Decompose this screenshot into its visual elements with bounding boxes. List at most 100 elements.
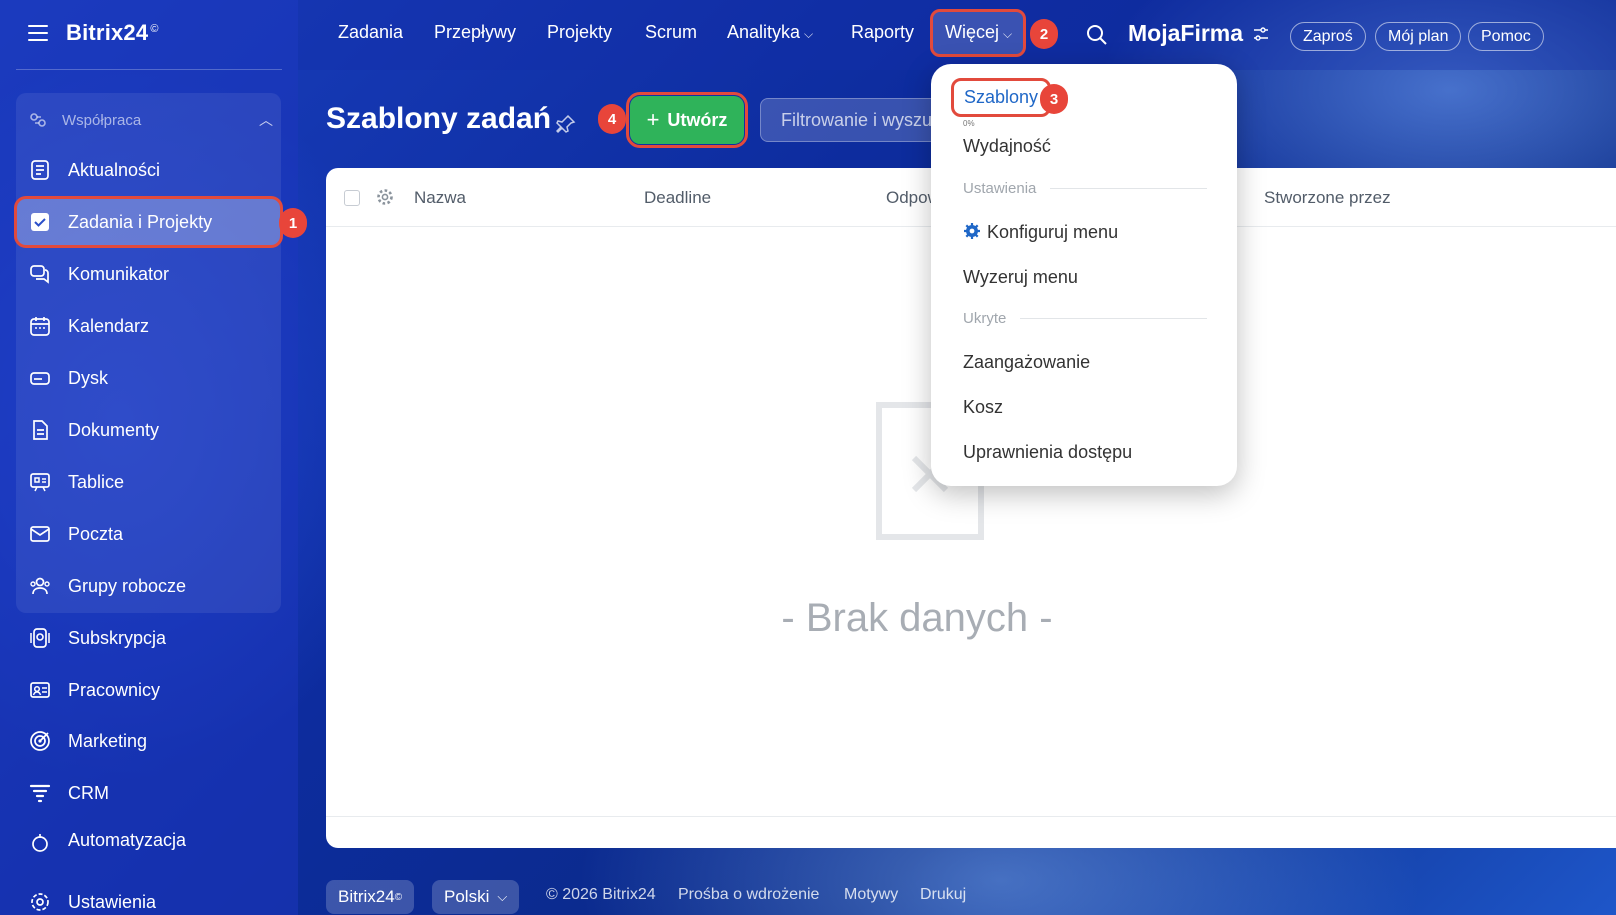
invite-button[interactable]: Zaproś: [1290, 22, 1366, 51]
step-badge: 4: [598, 104, 626, 134]
sidebar-item-marketing[interactable]: Marketing: [16, 717, 281, 765]
sidebar-item-label: Tablice: [68, 471, 125, 492]
tab-more[interactable]: Więcej ⌵: [945, 22, 1012, 43]
sidebar-item-automation[interactable]: Automatyzacja: [16, 830, 281, 852]
sidebar-item-crm[interactable]: CRM: [16, 769, 281, 817]
sidebar-item-settings[interactable]: Ustawienia: [16, 878, 281, 915]
logo-divider: [16, 69, 282, 70]
menu-item-permissions[interactable]: Uprawnienia dostępu: [963, 442, 1132, 463]
sidebar-item-news[interactable]: Aktualności: [16, 146, 281, 194]
group-header[interactable]: Współpraca ︿: [28, 108, 273, 132]
section-label: Ustawienia: [963, 180, 1037, 197]
create-button[interactable]: + Utwórz: [626, 92, 748, 148]
menu-item-configure[interactable]: Konfiguruj menu: [963, 222, 1118, 243]
sidebar-item-boards[interactable]: Tablice: [16, 458, 281, 506]
chevron-up-icon[interactable]: ︿: [259, 110, 273, 130]
sidebar-item-subscription[interactable]: Subskrypcja: [16, 614, 281, 662]
section-divider: [1020, 318, 1207, 319]
chevron-down-icon: ⌵: [804, 27, 814, 41]
create-label: Utwórz: [667, 109, 728, 130]
sidebar-item-label: Ustawienia: [68, 891, 157, 912]
search-icon[interactable]: [1086, 24, 1108, 46]
language-label: Polski: [444, 887, 490, 906]
column-header-name[interactable]: Nazwa: [414, 188, 466, 208]
sidebar-item-documents[interactable]: Dokumenty: [16, 406, 281, 454]
sidebar-item-label: Subskrypcja: [68, 627, 167, 648]
sidebar-item-messenger[interactable]: Komunikator: [16, 250, 281, 298]
menu-burger-icon[interactable]: [28, 25, 48, 41]
implementation-request-link[interactable]: Prośba o wdrożenie: [678, 886, 819, 904]
sidebar-item-label: Komunikator: [68, 263, 170, 284]
menu-item-efficiency[interactable]: Wydajność: [963, 136, 1051, 157]
footer-brand-label: Bitrix24: [338, 887, 395, 906]
language-select[interactable]: Polski ⌵: [432, 880, 520, 914]
employees-icon: [28, 678, 52, 702]
sidebar-item-employees[interactable]: Pracownicy: [16, 666, 281, 714]
column-header-deadline[interactable]: Deadline: [644, 188, 711, 208]
menu-item-label: Konfiguruj menu: [987, 222, 1119, 242]
tab-flows[interactable]: Przepływy: [434, 22, 516, 43]
print-link[interactable]: Drukuj: [920, 886, 966, 904]
footer-brand[interactable]: Bitrix24 ©: [326, 880, 415, 914]
gear-icon: [964, 223, 980, 239]
group-icon: [28, 574, 52, 598]
sidebar-item-calendar[interactable]: Kalendarz: [16, 302, 281, 350]
news-icon: [28, 158, 52, 182]
progress-text: 0%: [963, 119, 975, 128]
sidebar-item-label: Pracownicy: [68, 679, 161, 700]
logo-row: Bitrix24 ©: [28, 20, 159, 46]
group-label: Współpraca: [62, 111, 142, 129]
tab-projects[interactable]: Projekty: [547, 22, 612, 43]
sidebar-item-workgroups[interactable]: Grupy robocze: [16, 562, 281, 610]
tab-analytics[interactable]: Analityka ⌵: [727, 22, 813, 43]
board-icon: [28, 470, 52, 494]
help-button[interactable]: Pomoc: [1468, 22, 1544, 51]
sidebar-item-label: Automatyzacja: [68, 830, 187, 850]
my-plan-button[interactable]: Mój plan: [1375, 22, 1462, 51]
tab-tasks[interactable]: Zadania: [338, 22, 403, 43]
funnel-icon: [28, 781, 52, 805]
chevron-down-icon: ⌵: [1003, 27, 1013, 41]
filter-search-input[interactable]: [760, 98, 940, 142]
collaboration-icon: [30, 113, 46, 127]
menu-item-reset[interactable]: Wyzeruj menu: [963, 267, 1078, 288]
sidebar-item-label: Kalendarz: [68, 315, 150, 336]
automation-icon: [28, 830, 52, 852]
menu-item-engagement[interactable]: Zaangażowanie: [963, 352, 1090, 373]
subscription-icon: [28, 626, 52, 650]
logo[interactable]: Bitrix24 ©: [66, 20, 159, 46]
step-badge: 3: [1040, 84, 1068, 114]
sidebar-item-drive[interactable]: Dysk: [16, 354, 281, 402]
tab-scrum[interactable]: Scrum: [645, 22, 697, 43]
menu-item-templates[interactable]: Szablony: [951, 78, 1052, 117]
select-all-checkbox[interactable]: [344, 190, 360, 206]
section-label: Ukryte: [963, 310, 1007, 327]
company-label: MojaFirma: [1128, 20, 1244, 46]
sidebar: Bitrix24 © Współpraca ︿ Aktualności Zadan…: [0, 0, 307, 915]
company-name[interactable]: MojaFirma: [1128, 20, 1269, 47]
sidebar-item-mail[interactable]: Poczta: [16, 510, 281, 558]
themes-link[interactable]: Motywy: [844, 886, 898, 904]
tab-label: Analityka: [727, 22, 801, 42]
sidebar-item-label: Marketing: [68, 730, 148, 751]
tab-reports[interactable]: Raporty: [851, 22, 914, 43]
sidebar-item-label: Zadania i Projekty: [68, 211, 213, 232]
pin-icon[interactable]: [556, 114, 576, 134]
more-dropdown-menu: Szablony 0% Wydajność Ustawienia Konfigu…: [931, 64, 1237, 486]
menu-item-trash[interactable]: Kosz: [963, 397, 1003, 418]
tab-label: Więcej: [945, 22, 1000, 42]
sidebar-item-label: Aktualności: [68, 159, 161, 180]
column-header-created-by[interactable]: Stworzone przez: [1264, 188, 1391, 208]
sidebar-item-label: Dysk: [68, 367, 108, 388]
table-footer-divider: [326, 816, 1616, 817]
copyright-text: © 2026 Bitrix24: [546, 886, 656, 903]
sidebar-item-tasks[interactable]: Zadania i Projekty: [14, 196, 283, 248]
checkbox-icon: [28, 210, 52, 234]
calendar-icon: [28, 314, 52, 338]
target-icon: [28, 729, 52, 753]
gear-icon[interactable]: [376, 188, 394, 206]
step-badge: 2: [1030, 19, 1058, 49]
menu-section-hidden: Ukryte: [963, 310, 1207, 327]
sidebar-item-label: CRM: [68, 782, 109, 803]
sidebar-item-label: Dokumenty: [68, 419, 160, 440]
